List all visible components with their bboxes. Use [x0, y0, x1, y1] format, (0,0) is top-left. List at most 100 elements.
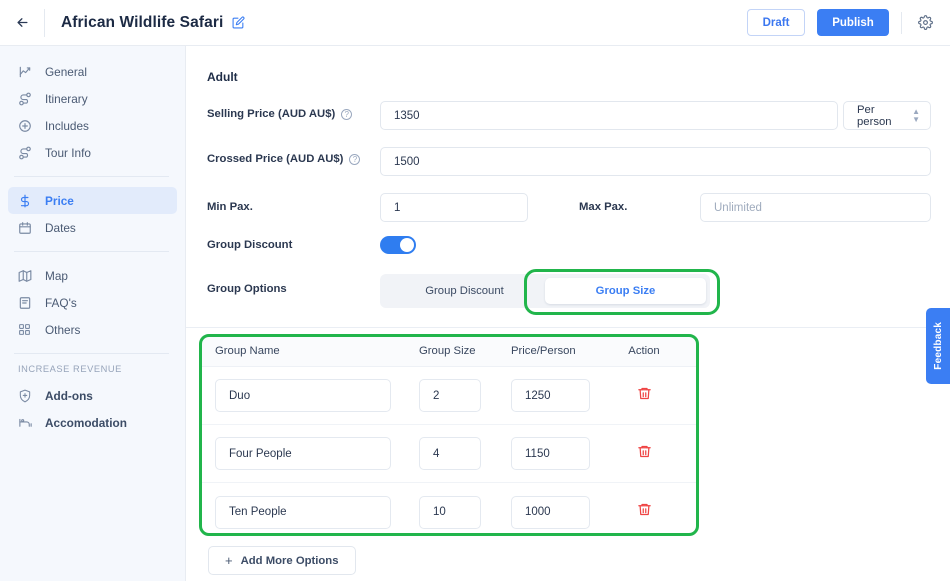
table-row: [201, 367, 697, 425]
topbar-actions: Draft Publish: [747, 9, 950, 36]
group-options-tabs: Group Discount Group Size: [380, 274, 710, 308]
group-discount-toggle[interactable]: [380, 236, 416, 254]
col-header-group-name: Group Name: [215, 345, 280, 357]
group-name-input[interactable]: [215, 379, 391, 412]
max-pax-input[interactable]: [700, 193, 931, 222]
question-circle-icon[interactable]: ?: [341, 108, 353, 120]
price-per-person-input[interactable]: [511, 379, 590, 412]
sidebar-section-label: INCREASE REVENUE: [18, 364, 122, 374]
feedback-tab[interactable]: Feedback: [926, 308, 950, 384]
col-header-group-size: Group Size: [419, 345, 476, 357]
sidebar-item-others[interactable]: Others: [8, 316, 177, 343]
sidebar-item-tour-info[interactable]: Tour Info: [8, 139, 177, 166]
edit-square-icon: [232, 16, 245, 29]
cell-group-name: [201, 437, 419, 470]
selling-price-label: Selling Price (AUD AU$) ?: [207, 108, 353, 120]
sidebar-label: Accomodation: [45, 415, 127, 430]
shield-plus-icon: [18, 388, 37, 404]
trash-icon: [637, 445, 651, 457]
trash-icon: [637, 387, 651, 399]
top-bar: African Wildlife Safari Draft Publish: [0, 0, 950, 46]
sidebar: General Itinerary Includes Tour Info Pri…: [0, 46, 186, 581]
sidebar-label: Map: [45, 268, 68, 283]
main-content: Adult Selling Price (AUD AU$) ? Per pers…: [186, 46, 950, 581]
bed-icon: [18, 415, 37, 431]
selling-price-label-text: Selling Price (AUD AU$): [207, 108, 336, 120]
cell-price: [511, 437, 607, 470]
group-options-label: Group Options: [207, 283, 287, 295]
delete-row-button[interactable]: [637, 386, 652, 406]
sidebar-label: Price: [45, 193, 74, 208]
add-more-options-label: Add More Options: [240, 554, 339, 567]
sidebar-item-price[interactable]: Price: [8, 187, 177, 214]
document-icon: [18, 295, 37, 311]
price-unit-select[interactable]: Per person ▲ ▼: [843, 101, 931, 130]
tab-group-size[interactable]: Group Size: [545, 278, 706, 304]
min-pax-input[interactable]: [380, 193, 528, 222]
sidebar-label: General: [45, 64, 87, 79]
min-pax-label: Min Pax.: [207, 201, 253, 213]
feedback-label: Feedback: [932, 322, 944, 370]
calendar-icon: [18, 220, 37, 236]
app-root: African Wildlife Safari Draft Publish Ge…: [0, 0, 950, 581]
publish-button[interactable]: Publish: [817, 9, 889, 36]
topbar-divider: [44, 8, 45, 37]
max-pax-label: Max Pax.: [579, 201, 628, 213]
group-size-input[interactable]: [419, 495, 481, 529]
selling-price-input[interactable]: [380, 101, 838, 130]
route-icon: [18, 145, 37, 161]
content-divider: [186, 327, 950, 328]
cell-action: [607, 386, 681, 406]
route-icon: [18, 91, 37, 107]
price-per-person-input[interactable]: [511, 495, 590, 529]
group-size-input[interactable]: [419, 437, 481, 470]
sidebar-divider: [14, 353, 169, 354]
back-button[interactable]: [0, 0, 44, 46]
cell-action: [607, 444, 681, 464]
sidebar-item-dates[interactable]: Dates: [8, 214, 177, 241]
delete-row-button[interactable]: [637, 502, 652, 522]
sidebar-label: Others: [45, 322, 81, 337]
settings-button[interactable]: [914, 12, 936, 34]
sidebar-item-faqs[interactable]: FAQ's: [8, 289, 177, 316]
cell-group-size: [419, 379, 511, 412]
delete-row-button[interactable]: [637, 444, 652, 464]
sidebar-item-itinerary[interactable]: Itinerary: [8, 85, 177, 112]
cell-price: [511, 495, 607, 529]
dollar-icon: [18, 193, 37, 209]
sidebar-label: Itinerary: [45, 91, 88, 106]
sidebar-label: Dates: [45, 220, 76, 235]
group-name-input[interactable]: [215, 495, 391, 529]
sidebar-label: Add-ons: [45, 388, 93, 403]
group-size-input[interactable]: [419, 379, 481, 412]
tab-group-discount[interactable]: Group Discount: [384, 278, 545, 304]
sidebar-item-map[interactable]: Map: [8, 262, 177, 289]
crossed-price-label-text: Crossed Price (AUD AU$): [207, 153, 344, 165]
plus-circle-icon: [18, 118, 37, 134]
cell-group-size: [419, 437, 511, 470]
edit-title-button[interactable]: [232, 16, 245, 29]
arrow-left-icon: [17, 18, 27, 27]
sidebar-label: Tour Info: [45, 145, 91, 160]
sidebar-item-add-ons[interactable]: Add-ons: [8, 382, 177, 409]
gear-icon: [917, 15, 933, 30]
question-circle-icon[interactable]: ?: [349, 153, 361, 165]
sidebar-item-includes[interactable]: Includes: [8, 112, 177, 139]
map-icon: [18, 268, 37, 284]
group-size-table: Group Name Group Size Price/Person Actio…: [201, 336, 697, 541]
crossed-price-label: Crossed Price (AUD AU$) ?: [207, 153, 361, 165]
action-divider: [901, 11, 902, 34]
price-per-person-input[interactable]: [511, 437, 590, 470]
cell-group-name: [201, 379, 419, 412]
sidebar-item-general[interactable]: General: [8, 58, 177, 85]
crossed-price-input[interactable]: [380, 147, 931, 176]
add-more-options-button[interactable]: + Add More Options: [208, 546, 356, 575]
table-row: [201, 483, 697, 541]
section-title: Adult: [207, 70, 238, 84]
sidebar-label: FAQ's: [45, 295, 77, 310]
chart-line-icon: [18, 64, 37, 80]
draft-button[interactable]: Draft: [747, 9, 805, 36]
cell-action: [607, 502, 681, 522]
sidebar-item-accomodation[interactable]: Accomodation: [8, 409, 177, 436]
group-name-input[interactable]: [215, 437, 391, 470]
